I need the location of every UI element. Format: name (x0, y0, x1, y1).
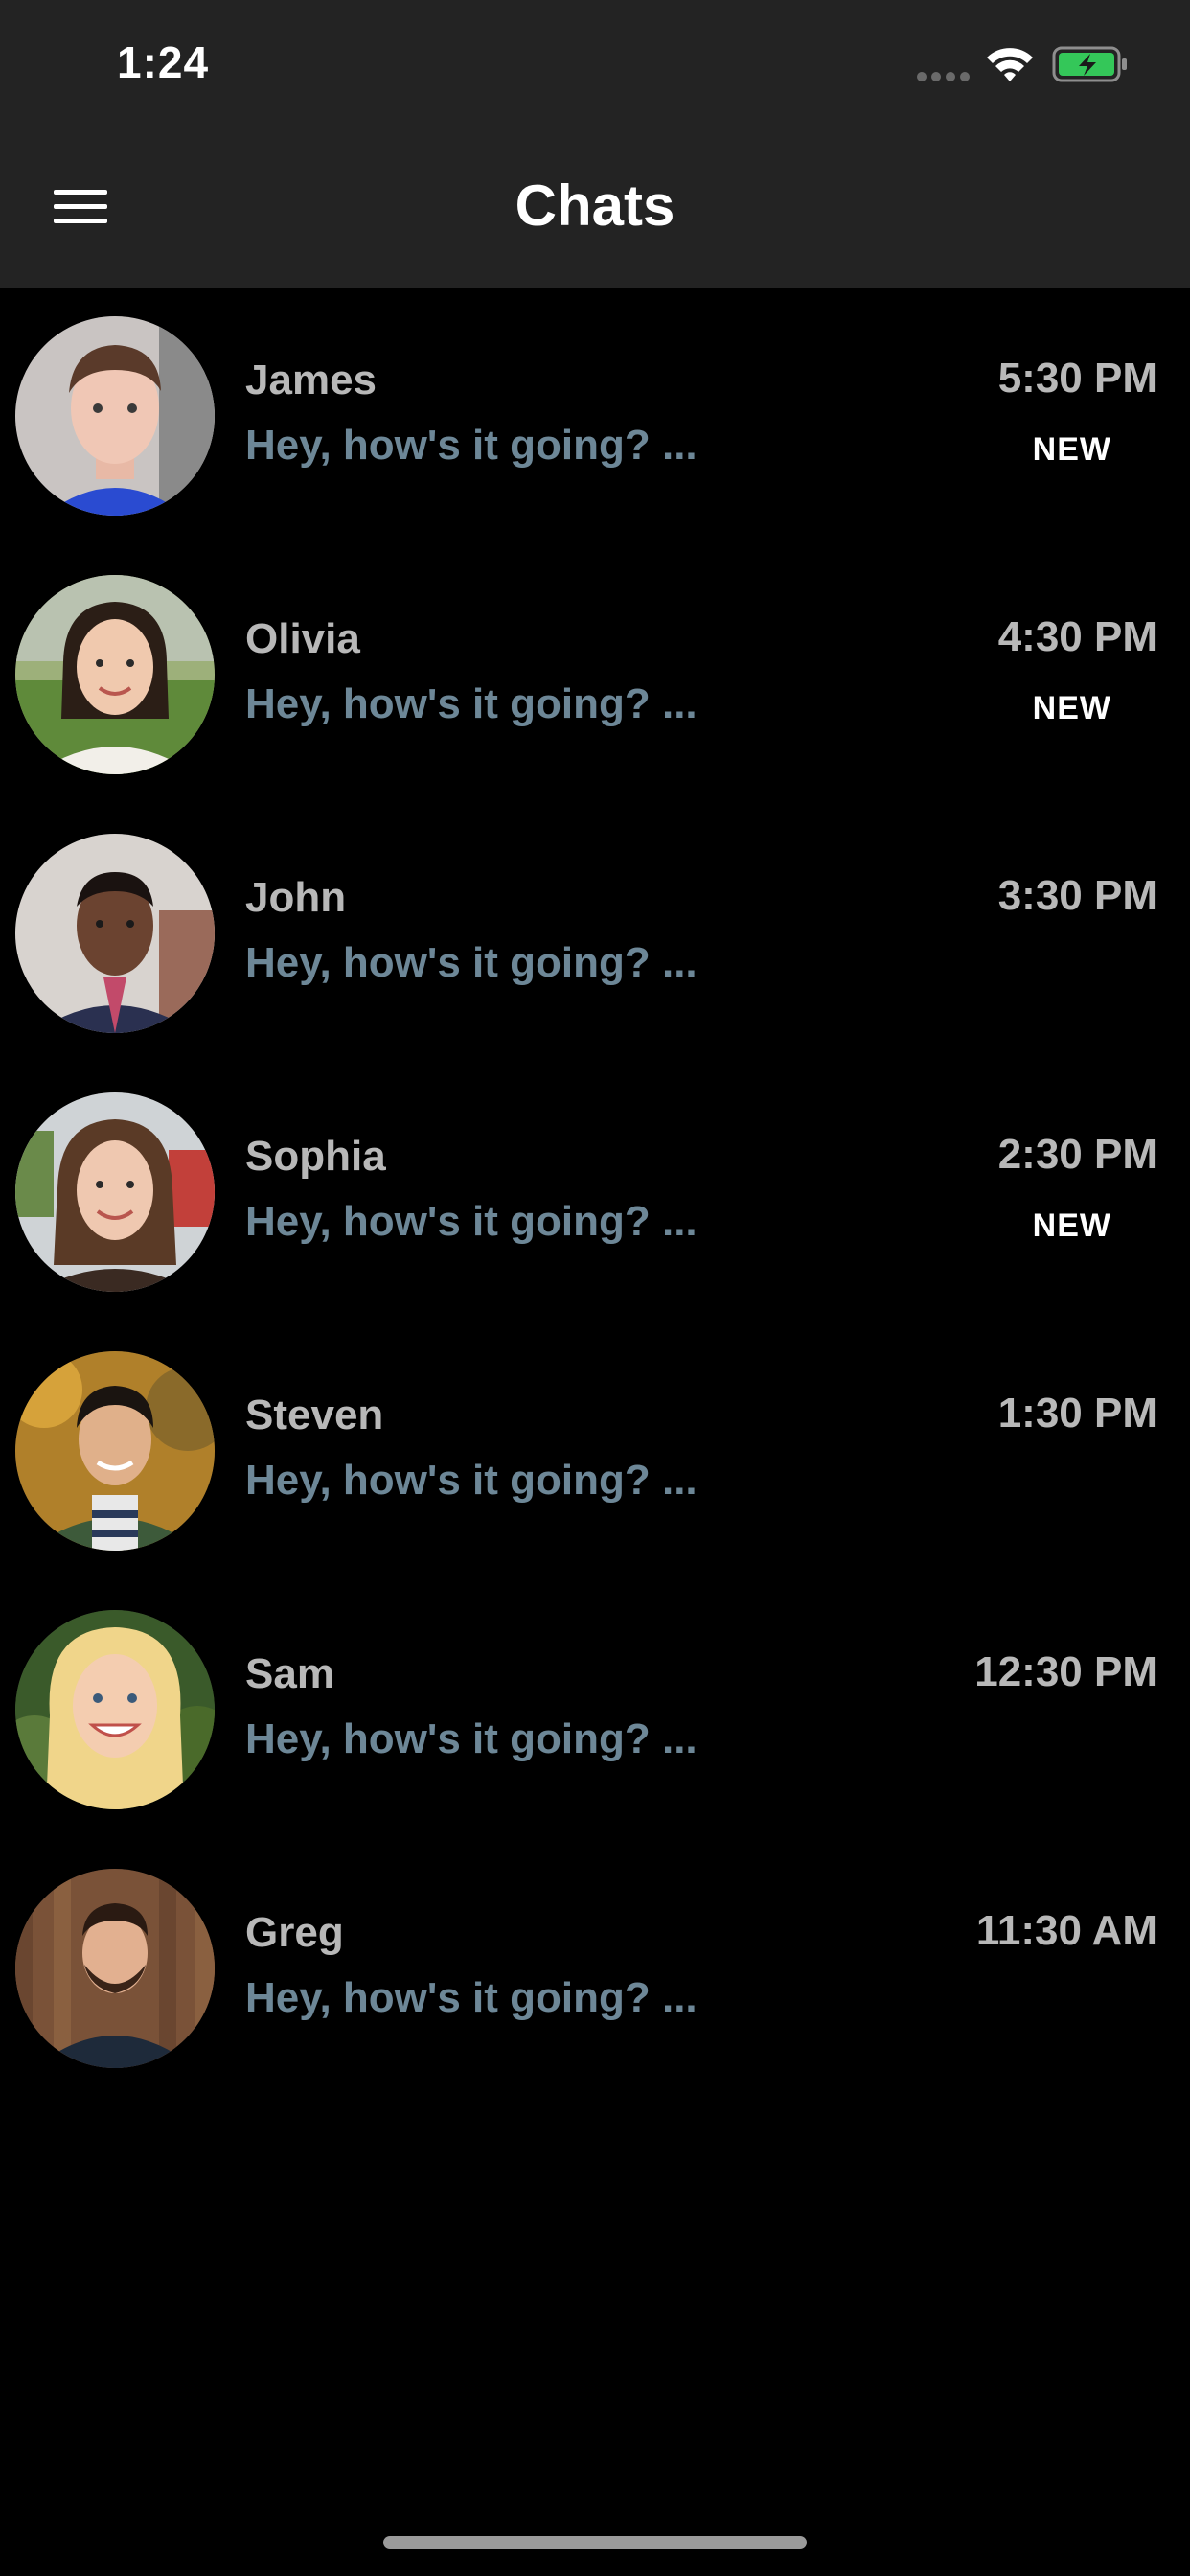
new-badge: NEW (1032, 690, 1111, 726)
chat-time: 11:30 AM (975, 1907, 1157, 1954)
chat-preview: Hey, how's it going? ... (245, 1715, 698, 1762)
home-indicator[interactable] (383, 2536, 807, 2549)
chat-time: 5:30 PM (997, 355, 1157, 402)
chat-preview: Hey, how's it going? ... (245, 1974, 698, 2021)
chat-time: 1:30 PM (997, 1390, 1157, 1437)
chat-name: Greg (245, 1909, 344, 1956)
new-badge: NEW (1032, 1208, 1111, 1244)
wifi-icon (987, 48, 1033, 81)
chat-row-steven[interactable]: Steven Hey, how's it going? ... 1:30 PM (0, 1322, 1190, 1581)
chat-preview: Hey, how's it going? ... (245, 939, 698, 986)
avatar-greg (15, 1869, 215, 2068)
chat-preview: Hey, how's it going? ... (245, 680, 698, 727)
avatar-james (15, 316, 215, 516)
avatar-olivia (15, 575, 215, 774)
chat-name: James (245, 356, 378, 403)
avatar-sam (15, 1610, 215, 1809)
chat-name: Olivia (245, 615, 360, 662)
top-bar: 1:24 Chats (0, 0, 1190, 288)
chat-name: Steven (245, 1392, 384, 1438)
chat-time: 3:30 PM (997, 872, 1157, 919)
status-time: 1:24 (117, 37, 210, 87)
avatar-john (15, 834, 215, 1033)
avatar-steven (15, 1351, 215, 1551)
page-title: Chats (515, 173, 675, 238)
chat-name: John (245, 874, 347, 921)
chat-preview: Hey, how's it going? ... (245, 422, 698, 469)
new-badge: NEW (1032, 431, 1111, 468)
chat-time: 4:30 PM (997, 613, 1157, 660)
chat-row-james[interactable]: James Hey, how's it going? ... 5:30 PM N… (0, 288, 1190, 546)
chat-name: Sam (245, 1650, 334, 1697)
avatar-sophia (15, 1092, 215, 1292)
chat-row-sophia[interactable]: Sophia Hey, how's it going? ... 2:30 PM … (0, 1064, 1190, 1322)
chat-list: James Hey, how's it going? ... 5:30 PM N… (0, 288, 1190, 2099)
chat-row-sam[interactable]: Sam Hey, how's it going? ... 12:30 PM (0, 1581, 1190, 1840)
chat-row-john[interactable]: John Hey, how's it going? ... 3:30 PM (0, 805, 1190, 1064)
chat-preview: Hey, how's it going? ... (245, 1198, 698, 1245)
signal-icon (917, 72, 970, 81)
chat-name: Sophia (245, 1133, 386, 1180)
chat-row-greg[interactable]: Greg Hey, how's it going? ... 11:30 AM (0, 1840, 1190, 2099)
chat-time: 12:30 PM (974, 1648, 1157, 1695)
chat-row-olivia[interactable]: Olivia Hey, how's it going? ... 4:30 PM … (0, 546, 1190, 805)
chat-time: 2:30 PM (997, 1131, 1157, 1178)
battery-charging-icon (1052, 46, 1127, 82)
chat-preview: Hey, how's it going? ... (245, 1457, 698, 1504)
